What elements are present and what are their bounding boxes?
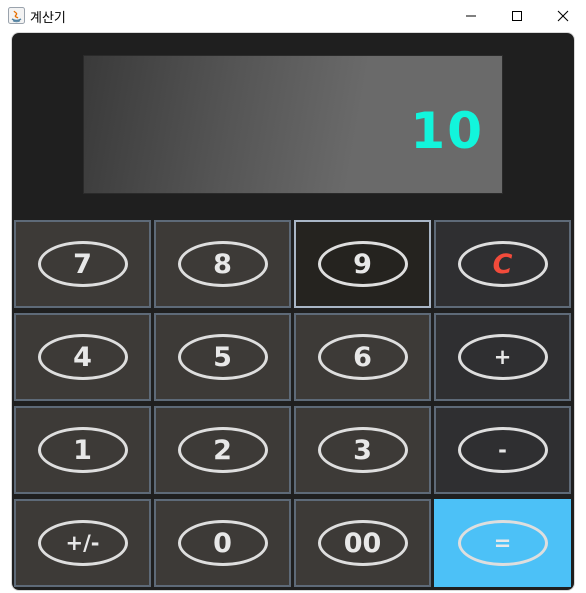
key-8[interactable]: 8 xyxy=(154,220,291,308)
equals-button[interactable]: = xyxy=(434,499,571,587)
result-display: 10 xyxy=(83,55,503,194)
key-label: - xyxy=(498,438,507,462)
key-oval: 0 xyxy=(177,520,268,566)
title-bar: 계산기 xyxy=(0,0,586,31)
key-label: = xyxy=(493,531,512,555)
key-oval: +/- xyxy=(37,520,128,566)
key-7[interactable]: 7 xyxy=(14,220,151,308)
key-label: + xyxy=(493,345,512,369)
key-oval: 2 xyxy=(177,427,268,473)
key-label: 5 xyxy=(213,341,232,373)
key-label: 1 xyxy=(73,434,92,466)
maximize-button[interactable] xyxy=(494,0,540,31)
display-value: 10 xyxy=(410,102,484,160)
key-00[interactable]: 00 xyxy=(294,499,431,587)
key-label: 8 xyxy=(213,248,232,280)
key-4[interactable]: 4 xyxy=(14,313,151,401)
key-oval: 3 xyxy=(317,427,408,473)
key-2[interactable]: 2 xyxy=(154,406,291,494)
clear-button[interactable]: C xyxy=(434,220,571,308)
key-label: C xyxy=(492,248,513,280)
key-label: 6 xyxy=(353,341,372,373)
key-oval: 9 xyxy=(317,241,408,287)
key-label: 0 xyxy=(213,527,232,559)
key-1[interactable]: 1 xyxy=(14,406,151,494)
maximize-icon xyxy=(512,10,522,21)
key-0[interactable]: 0 xyxy=(154,499,291,587)
key-9[interactable]: 9 xyxy=(294,220,431,308)
minus-button[interactable]: - xyxy=(434,406,571,494)
key-3[interactable]: 3 xyxy=(294,406,431,494)
minimize-icon xyxy=(466,15,476,16)
key-oval: = xyxy=(457,520,548,566)
close-button[interactable] xyxy=(540,0,586,31)
key-oval: 1 xyxy=(37,427,128,473)
window-title: 계산기 xyxy=(30,11,66,26)
key-oval: 00 xyxy=(317,520,408,566)
key-oval: 6 xyxy=(317,334,408,380)
key-5[interactable]: 5 xyxy=(154,313,291,401)
key-oval: 4 xyxy=(37,334,128,380)
key-label: 7 xyxy=(73,248,92,280)
sign-toggle-button[interactable]: +/- xyxy=(14,499,151,587)
plus-button[interactable]: + xyxy=(434,313,571,401)
java-app-icon xyxy=(8,7,25,24)
minimize-button[interactable] xyxy=(448,0,494,31)
key-oval: 7 xyxy=(37,241,128,287)
keypad: 7 8 9 C 4 5 6 + 1 2 3 - +/- 0 00 = xyxy=(12,218,574,590)
key-label: 4 xyxy=(73,341,92,373)
key-oval: 8 xyxy=(177,241,268,287)
key-oval: C xyxy=(457,241,548,287)
key-oval: - xyxy=(457,427,548,473)
key-label: 9 xyxy=(353,248,372,280)
key-label: 3 xyxy=(353,434,372,466)
calculator-body: 10 7 8 9 C 4 5 6 + 1 2 3 - +/- 0 00 = xyxy=(12,33,574,590)
calculator-window: 계산기 10 7 8 9 C 4 5 6 + 1 2 3 - +/- 0 00 … xyxy=(0,0,586,593)
key-oval: + xyxy=(457,334,548,380)
key-6[interactable]: 6 xyxy=(294,313,431,401)
close-icon xyxy=(557,10,569,21)
key-label: 2 xyxy=(213,434,232,466)
key-label: +/- xyxy=(65,531,100,555)
key-label: 00 xyxy=(343,527,382,559)
key-oval: 5 xyxy=(177,334,268,380)
